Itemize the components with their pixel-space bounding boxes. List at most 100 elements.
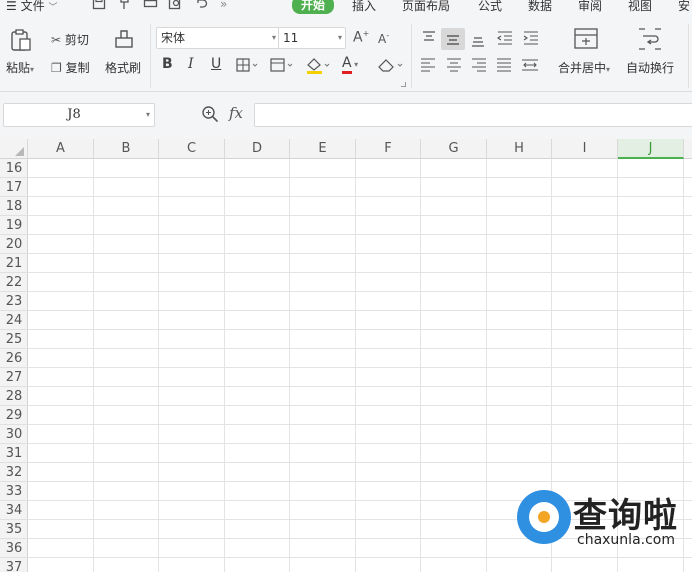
column-header-d[interactable]: D bbox=[225, 139, 290, 159]
name-box[interactable]: J8 ▾ bbox=[3, 103, 155, 127]
increase-indent-icon[interactable] bbox=[522, 30, 540, 49]
paste-dropdown-icon: ▾ bbox=[30, 65, 35, 74]
wrap-text-icon[interactable] bbox=[637, 27, 663, 54]
print-icon[interactable] bbox=[143, 0, 158, 14]
tab-home[interactable]: 开始 bbox=[292, 0, 335, 14]
bold-button[interactable]: B bbox=[162, 56, 173, 72]
row-header[interactable]: 26 bbox=[0, 349, 28, 368]
row-gridline bbox=[28, 557, 692, 558]
row-header[interactable]: 32 bbox=[0, 463, 28, 482]
row-header[interactable]: 31 bbox=[0, 444, 28, 463]
column-header-i[interactable]: I bbox=[552, 139, 618, 159]
divider bbox=[688, 24, 689, 88]
format-painter-quick-icon[interactable] bbox=[118, 0, 132, 14]
row-header[interactable]: 22 bbox=[0, 273, 28, 292]
formula-bar: J8 ▾ fx bbox=[0, 92, 692, 139]
row-header[interactable]: 19 bbox=[0, 216, 28, 235]
align-middle-icon[interactable] bbox=[445, 32, 461, 51]
column-header-f[interactable]: F bbox=[356, 139, 421, 159]
italic-button[interactable]: I bbox=[188, 56, 194, 72]
divider bbox=[411, 24, 412, 88]
column-gridline bbox=[158, 159, 159, 572]
tab-data[interactable]: 数据 bbox=[528, 0, 552, 14]
formula-input[interactable] bbox=[254, 103, 692, 127]
row-gridline bbox=[28, 177, 692, 178]
row-gridline bbox=[28, 462, 692, 463]
column-header-j[interactable]: J bbox=[618, 139, 684, 159]
row-header[interactable]: 17 bbox=[0, 178, 28, 197]
font-color-button[interactable]: A ▾ bbox=[342, 55, 358, 74]
justify-icon[interactable] bbox=[496, 57, 512, 76]
row-header[interactable]: 18 bbox=[0, 197, 28, 216]
column-header-g[interactable]: G bbox=[421, 139, 487, 159]
paste-icon[interactable] bbox=[9, 28, 33, 55]
column-header-h[interactable]: H bbox=[487, 139, 552, 159]
divider bbox=[150, 24, 151, 88]
scissors-icon: ✂ bbox=[51, 33, 62, 47]
align-center-icon[interactable] bbox=[446, 57, 462, 76]
column-header-c[interactable]: C bbox=[159, 139, 225, 159]
row-header[interactable]: 23 bbox=[0, 292, 28, 311]
align-top-icon[interactable] bbox=[421, 30, 437, 49]
zoom-search-icon[interactable] bbox=[201, 105, 219, 127]
decrease-indent-icon[interactable] bbox=[496, 30, 514, 49]
tab-view[interactable]: 视图 bbox=[628, 0, 652, 14]
merge-center-button[interactable]: 合并居中▾ bbox=[558, 59, 610, 76]
row-header[interactable]: 34 bbox=[0, 501, 28, 520]
wrap-text-label[interactable]: 自动换行 bbox=[626, 59, 674, 76]
row-gridline bbox=[28, 215, 692, 216]
row-header[interactable]: 36 bbox=[0, 539, 28, 558]
decrease-font-icon[interactable]: A- bbox=[378, 31, 389, 46]
tab-security[interactable]: 安 bbox=[678, 0, 690, 14]
save-icon[interactable] bbox=[92, 0, 106, 14]
row-header[interactable]: 29 bbox=[0, 406, 28, 425]
tab-insert[interactable]: 插入 bbox=[352, 0, 376, 14]
paste-button[interactable]: 粘贴▾ bbox=[6, 59, 34, 76]
tab-review[interactable]: 审阅 bbox=[578, 0, 602, 14]
borders-icon[interactable] bbox=[236, 58, 260, 75]
row-header[interactable]: 21 bbox=[0, 254, 28, 273]
column-header-b[interactable]: B bbox=[94, 139, 159, 159]
row-header[interactable]: 33 bbox=[0, 482, 28, 501]
font-name-select[interactable]: 宋体 ▾ bbox=[156, 27, 280, 49]
increase-font-icon[interactable]: A+ bbox=[353, 29, 369, 46]
hamburger-icon: ☰ bbox=[6, 0, 17, 13]
chevron-down-icon: ▾ bbox=[606, 65, 611, 74]
row-header[interactable]: 24 bbox=[0, 311, 28, 330]
column-header-a[interactable]: A bbox=[28, 139, 94, 159]
underline-button[interactable]: U bbox=[211, 56, 221, 72]
undo-icon[interactable] bbox=[194, 0, 208, 14]
tab-page-layout[interactable]: 页面布局 bbox=[402, 0, 450, 14]
distributed-align-icon[interactable] bbox=[521, 57, 539, 76]
copy-button[interactable]: ❐ 复制 bbox=[51, 59, 90, 76]
align-right-icon[interactable] bbox=[471, 57, 487, 76]
font-group-dialog-icon[interactable] bbox=[401, 82, 406, 87]
tab-formulas[interactable]: 公式 bbox=[478, 0, 502, 14]
row-gridline bbox=[28, 443, 692, 444]
merge-cells-icon[interactable] bbox=[573, 27, 599, 54]
align-bottom-icon[interactable] bbox=[470, 32, 486, 51]
insert-function-button[interactable]: fx bbox=[229, 104, 243, 122]
align-left-icon[interactable] bbox=[420, 57, 436, 76]
print-preview-icon[interactable] bbox=[168, 0, 183, 14]
row-header[interactable]: 27 bbox=[0, 368, 28, 387]
column-header-e[interactable]: E bbox=[290, 139, 356, 159]
row-header[interactable]: 16 bbox=[0, 159, 28, 178]
font-size-select[interactable]: 11 ▾ bbox=[278, 27, 346, 49]
format-painter-icon[interactable] bbox=[113, 28, 135, 55]
file-menu[interactable]: ☰ 文件 ﹀ bbox=[6, 0, 57, 14]
eraser-icon[interactable] bbox=[377, 57, 405, 76]
row-header[interactable]: 28 bbox=[0, 387, 28, 406]
format-painter-label[interactable]: 格式刷 bbox=[105, 59, 141, 76]
row-header[interactable]: 25 bbox=[0, 330, 28, 349]
row-header[interactable]: 37 bbox=[0, 558, 28, 572]
more-quick-access-icon[interactable]: » bbox=[220, 0, 227, 11]
select-all-button[interactable] bbox=[0, 139, 28, 159]
fill-color-icon[interactable] bbox=[305, 56, 331, 77]
row-header[interactable]: 20 bbox=[0, 235, 28, 254]
row-header[interactable]: 30 bbox=[0, 425, 28, 444]
cell-style-icon[interactable] bbox=[270, 58, 294, 75]
merge-center-label: 合并居中 bbox=[558, 61, 607, 75]
cut-button[interactable]: ✂ 剪切 bbox=[51, 31, 89, 48]
row-header[interactable]: 35 bbox=[0, 520, 28, 539]
